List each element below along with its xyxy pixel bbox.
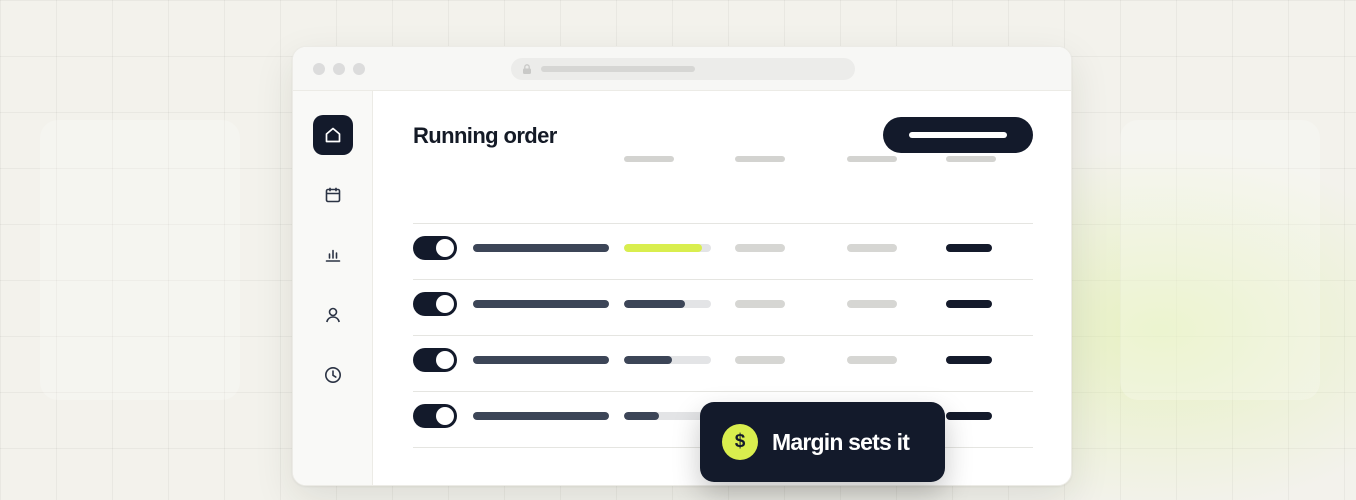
- sidebar-item-profile[interactable]: [313, 295, 353, 335]
- address-bar[interactable]: [511, 58, 855, 80]
- toast-message: Margin sets it: [772, 429, 910, 455]
- row-progress: [624, 300, 711, 308]
- sidebar-item-stats[interactable]: [313, 235, 353, 275]
- sidebar: [293, 91, 373, 485]
- column-header-4: [946, 156, 996, 162]
- progress-fill: [624, 300, 685, 308]
- row-name: [473, 356, 609, 364]
- table-row[interactable]: [413, 276, 1033, 332]
- sidebar-item-home[interactable]: [313, 115, 353, 155]
- sidebar-item-calendar[interactable]: [313, 175, 353, 215]
- row-value: [946, 300, 992, 308]
- row-name: [473, 300, 609, 308]
- window-maximize-dot[interactable]: [353, 63, 365, 75]
- progress-fill: [624, 412, 659, 420]
- row-cell: [847, 300, 897, 308]
- bar-chart-icon: [325, 249, 341, 262]
- row-cell: [735, 244, 785, 252]
- row-value: [946, 244, 992, 252]
- button-label-placeholder: [909, 132, 1007, 138]
- app-window: Running order: [292, 46, 1072, 486]
- sidebar-item-history[interactable]: [313, 355, 353, 395]
- progress-fill: [624, 356, 672, 364]
- calendar-icon: [325, 187, 341, 203]
- row-toggle[interactable]: [413, 292, 457, 316]
- home-icon: [325, 127, 341, 143]
- user-icon: [326, 307, 340, 323]
- column-header-3: [847, 156, 897, 162]
- progress-fill: [624, 244, 703, 252]
- row-progress: [624, 244, 711, 252]
- column-header-progress: [624, 156, 674, 162]
- row-cell: [735, 300, 785, 308]
- row-progress: [624, 356, 711, 364]
- lock-icon: [523, 64, 531, 74]
- margin-toast: $ Margin sets it: [700, 402, 945, 482]
- row-name: [473, 412, 609, 420]
- window-minimize-dot[interactable]: [333, 63, 345, 75]
- row-value: [946, 412, 992, 420]
- background-card-left: [40, 120, 240, 400]
- table-row[interactable]: [413, 332, 1033, 388]
- window-close-dot[interactable]: [313, 63, 325, 75]
- background-card-right: [1120, 120, 1320, 400]
- page-title: Running order: [413, 123, 557, 148]
- table-row[interactable]: [413, 220, 1033, 276]
- row-progress: [624, 412, 711, 420]
- primary-action-button[interactable]: [883, 117, 1033, 153]
- dollar-icon: $: [722, 424, 758, 460]
- address-placeholder-line: [541, 66, 695, 72]
- clock-icon: [325, 367, 341, 383]
- row-toggle[interactable]: [413, 404, 457, 428]
- row-cell: [847, 356, 897, 364]
- row-toggle[interactable]: [413, 236, 457, 260]
- column-header-2: [735, 156, 785, 162]
- row-cell: [735, 356, 785, 364]
- row-toggle[interactable]: [413, 348, 457, 372]
- window-titlebar: [293, 47, 1071, 91]
- row-cell: [847, 244, 897, 252]
- row-value: [946, 356, 992, 364]
- row-name: [473, 244, 609, 252]
